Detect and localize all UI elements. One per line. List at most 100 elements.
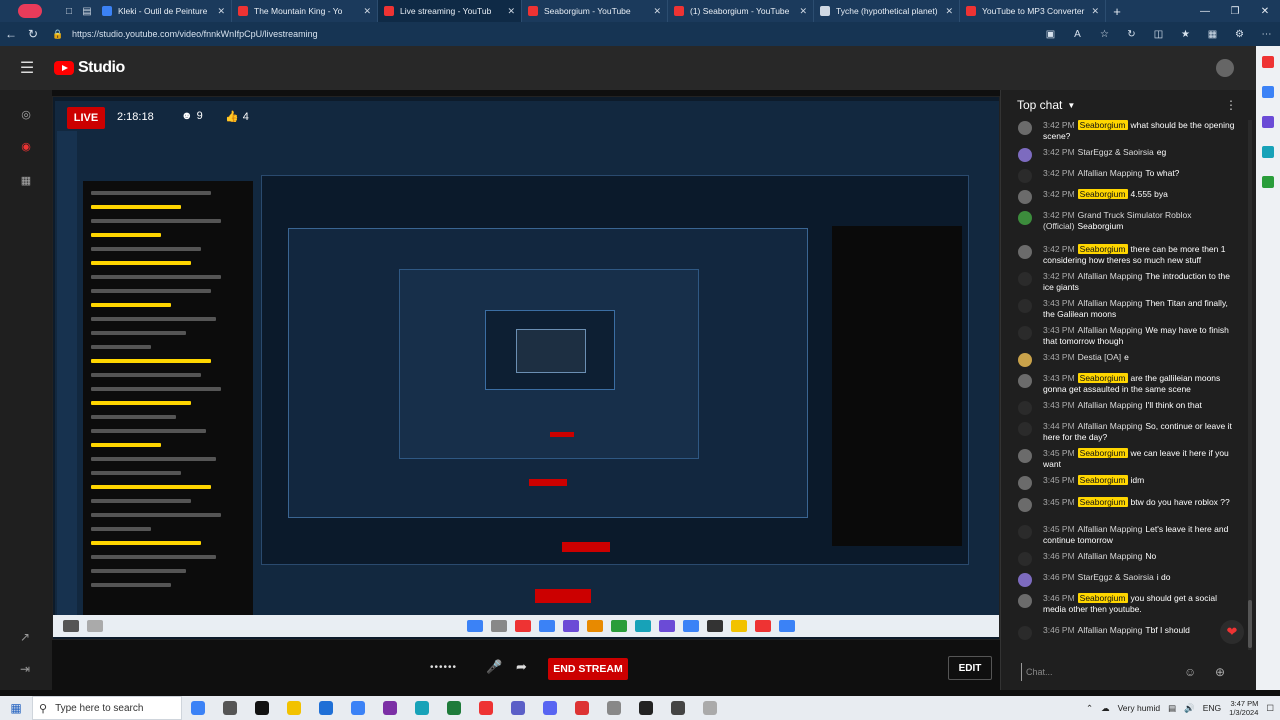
chat-author[interactable]: Seaborgium bbox=[1077, 244, 1128, 254]
extensions-icon[interactable]: ⚙ bbox=[1226, 29, 1253, 40]
browser-tab-kleki[interactable]: Kleki - Outil de Peinture ✕ bbox=[96, 0, 232, 22]
language-indicator[interactable]: ENG bbox=[1203, 703, 1221, 713]
chat-avatar[interactable] bbox=[1018, 525, 1032, 539]
chat-author[interactable]: Alfallian Mapping bbox=[1078, 168, 1143, 178]
refresh-icon[interactable]: ↻ bbox=[22, 22, 44, 46]
split-screen-icon[interactable]: ◫ bbox=[1145, 29, 1172, 40]
back-icon[interactable]: ← bbox=[0, 22, 22, 46]
exit-icon[interactable]: ⇥ bbox=[20, 662, 30, 676]
chat-author[interactable]: StarEggz & Saoirsia bbox=[1078, 572, 1154, 582]
stream-preview[interactable]: LIVE 2:18:18 ☻ 9 👍 4 bbox=[52, 96, 1000, 640]
chat-avatar[interactable] bbox=[1018, 299, 1032, 313]
workspaces-icon[interactable]: □ bbox=[60, 0, 78, 22]
chat-avatar[interactable] bbox=[1018, 401, 1032, 415]
chat-avatar[interactable] bbox=[1018, 148, 1032, 162]
chat-avatar[interactable] bbox=[1018, 353, 1032, 367]
emoji-icon[interactable]: ☺ bbox=[1184, 665, 1196, 679]
close-tab-icon[interactable]: ✕ bbox=[507, 6, 515, 17]
chat-avatar[interactable] bbox=[1018, 211, 1032, 225]
close-window-icon[interactable]: ✕ bbox=[1250, 6, 1280, 17]
cortana-icon[interactable] bbox=[182, 696, 214, 720]
feedback-icon[interactable]: ↗ bbox=[20, 630, 30, 644]
chat-avatar[interactable] bbox=[1018, 326, 1032, 340]
url-field[interactable]: 🔒 https://studio.youtube.com/video/fnnkW… bbox=[52, 25, 932, 43]
store-icon[interactable] bbox=[342, 696, 374, 720]
edge-icon[interactable] bbox=[406, 696, 438, 720]
favorite-star-icon[interactable]: ☆ bbox=[1091, 29, 1118, 40]
tab-actions-icon[interactable]: ▤ bbox=[78, 0, 96, 22]
refresh-extension-icon[interactable]: ↻ bbox=[1118, 29, 1145, 40]
app-available-icon[interactable]: ▣ bbox=[1037, 29, 1064, 40]
chat-author[interactable]: StarEggz & Saoirsia bbox=[1078, 147, 1154, 157]
youtube-logo-icon[interactable] bbox=[54, 61, 74, 75]
chat-avatar[interactable] bbox=[1018, 552, 1032, 566]
teams-icon[interactable] bbox=[502, 696, 534, 720]
close-tab-icon[interactable]: ✕ bbox=[653, 6, 661, 17]
clock[interactable]: 3:47 PM 1/3/2024 bbox=[1229, 699, 1258, 717]
browser-tab-live-streaming[interactable]: Live streaming - YouTub ✕ bbox=[378, 0, 522, 22]
close-tab-icon[interactable]: ✕ bbox=[1091, 6, 1099, 17]
chat-author[interactable]: Seaborgium bbox=[1077, 593, 1128, 603]
browser-tab-mp3-converter[interactable]: YouTube to MP3 Converter ✕ bbox=[960, 0, 1106, 22]
chat-mode-dropdown[interactable]: Top chat ▼ ⋮ bbox=[1001, 90, 1257, 120]
chat-author[interactable]: Alfallian Mapping bbox=[1078, 271, 1143, 281]
share-icon[interactable]: ➦ bbox=[516, 659, 527, 675]
chat-author[interactable]: Seaborgium bbox=[1077, 189, 1128, 199]
chat-author[interactable]: Alfallian Mapping bbox=[1078, 400, 1143, 410]
chat-scrollbar[interactable] bbox=[1248, 120, 1252, 650]
outlook-icon[interactable] bbox=[310, 696, 342, 720]
chat-author[interactable]: Seaborgium bbox=[1077, 120, 1128, 130]
account-avatar[interactable] bbox=[1216, 59, 1234, 77]
chat-avatar[interactable] bbox=[1018, 422, 1032, 436]
shopping-icon[interactable] bbox=[1262, 86, 1274, 98]
chat-author[interactable]: Alfallian Mapping bbox=[1078, 625, 1143, 635]
chat-author[interactable]: Seaborgium bbox=[1077, 448, 1128, 458]
edit-button[interactable]: EDIT bbox=[948, 656, 992, 680]
chat-author[interactable]: Destia [OA] bbox=[1078, 352, 1121, 362]
search-sidebar-icon[interactable] bbox=[1262, 56, 1274, 68]
browser-menu-icon[interactable]: ⋯ bbox=[1253, 29, 1280, 40]
camera-icon[interactable]: ◉ bbox=[19, 140, 33, 154]
new-tab-icon[interactable]: + bbox=[1106, 4, 1128, 19]
hamburger-menu-icon[interactable]: ☰ bbox=[0, 58, 54, 78]
chat-avatar[interactable] bbox=[1018, 190, 1032, 204]
chat-avatar[interactable] bbox=[1018, 594, 1032, 608]
obs-icon[interactable] bbox=[630, 696, 662, 720]
chat-menu-icon[interactable]: ⋮ bbox=[1225, 98, 1237, 112]
studio-brand[interactable]: Studio bbox=[78, 59, 125, 77]
excel-icon[interactable] bbox=[438, 696, 470, 720]
add-icon[interactable]: ⊕ bbox=[1215, 665, 1225, 679]
minimize-icon[interactable]: — bbox=[1190, 6, 1220, 17]
close-tab-icon[interactable]: ✕ bbox=[799, 6, 807, 17]
heart-reaction-icon[interactable]: ❤ bbox=[1220, 620, 1244, 644]
show-hidden-icons-icon[interactable]: ⌃ bbox=[1086, 703, 1093, 714]
chrome-icon[interactable] bbox=[470, 696, 502, 720]
browser-tab-seaborgium[interactable]: Seaborgium - YouTube ✕ bbox=[522, 0, 668, 22]
chat-author[interactable]: Alfallian Mapping bbox=[1078, 421, 1143, 431]
restore-icon[interactable]: ❐ bbox=[1220, 6, 1250, 17]
chat-author[interactable]: Seaborgium bbox=[1077, 497, 1128, 507]
chat-avatar[interactable] bbox=[1018, 272, 1032, 286]
end-stream-button[interactable]: END STREAM bbox=[548, 658, 628, 680]
pdf-icon[interactable] bbox=[566, 696, 598, 720]
chat-avatar[interactable] bbox=[1018, 498, 1032, 512]
weather-icon[interactable]: ☁ bbox=[1101, 703, 1110, 714]
file-explorer-icon[interactable] bbox=[278, 696, 310, 720]
chat-avatar[interactable] bbox=[1018, 245, 1032, 259]
weather-label[interactable]: Very humid bbox=[1118, 703, 1161, 713]
app-icon[interactable] bbox=[662, 696, 694, 720]
collections-icon[interactable]: ▦ bbox=[1199, 29, 1226, 40]
chat-avatar[interactable] bbox=[1018, 476, 1032, 490]
favorites-icon[interactable]: ★ bbox=[1172, 29, 1199, 40]
chat-avatar[interactable] bbox=[1018, 626, 1032, 640]
browser-profile-button[interactable] bbox=[0, 0, 60, 22]
chat-input[interactable] bbox=[1021, 663, 1177, 681]
browser-tab-mountain-king[interactable]: The Mountain King - Yo ✕ bbox=[232, 0, 378, 22]
chat-author[interactable]: Seaborgium bbox=[1077, 475, 1128, 485]
chat-author[interactable]: Alfallian Mapping bbox=[1078, 551, 1143, 561]
windows-start-icon[interactable]: ▦ bbox=[0, 701, 32, 715]
network-icon[interactable]: ▤ bbox=[1168, 703, 1176, 714]
snipping-icon[interactable] bbox=[694, 696, 726, 720]
chat-message-list[interactable]: 3:42 PM Seaborgium what should be the open… bbox=[1001, 120, 1245, 650]
close-tab-icon[interactable]: ✕ bbox=[217, 6, 225, 17]
